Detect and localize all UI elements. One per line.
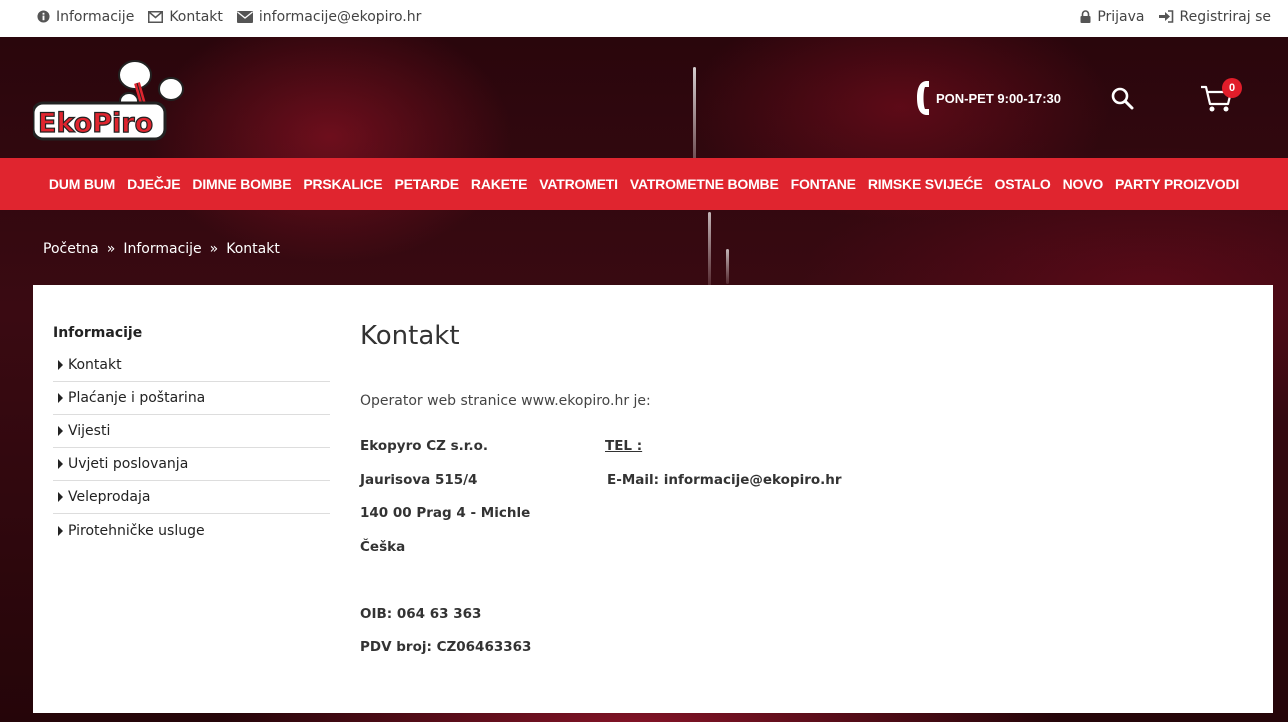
lock-icon — [1080, 10, 1091, 23]
ekopiro-logo[interactable]: EkoPiro — [33, 53, 185, 143]
sidebar-item-pirotehnicke[interactable]: Pirotehničke usluge — [53, 514, 330, 547]
sidebar-item-vijesti[interactable]: Vijesti — [53, 415, 330, 448]
caret-right-icon — [58, 393, 63, 403]
contact-link[interactable]: Kontakt — [148, 9, 223, 25]
sidebar-title: Informacije — [53, 325, 143, 341]
sidebar-item-label: Kontakt — [68, 357, 122, 373]
breadcrumb-section[interactable]: Informacije — [123, 241, 201, 257]
sign-in-icon — [1158, 10, 1173, 23]
contact-block: TEL : E-Mail: informacije@ekopiro.hr — [605, 438, 842, 505]
contact-label: Kontakt — [169, 8, 223, 25]
breadcrumb: Početna » Informacije » Kontakt — [43, 241, 280, 257]
info-icon — [37, 10, 50, 23]
firework-spark — [726, 249, 729, 284]
info-label: Informacije — [56, 8, 135, 25]
caret-right-icon — [58, 525, 63, 536]
page-title: Kontakt — [360, 321, 460, 351]
street-address: Jaurisova 515/4 — [360, 471, 478, 488]
nav-item-ostalo[interactable]: OSTALO — [995, 176, 1051, 192]
nav-item-djecje[interactable]: DJEČJE — [127, 176, 180, 192]
sidebar-item-label: Pirotehničke usluge — [68, 522, 205, 539]
email-contact[interactable]: E-Mail: informacije@ekopiro.hr — [605, 472, 842, 506]
breadcrumb-home[interactable]: Početna — [43, 241, 99, 257]
top-bar: Informacije Kontakt informacije@ekopiro.… — [0, 0, 1288, 37]
sidebar-item-label: Plaćanje i poštarina — [68, 390, 206, 406]
nav-item-fontane[interactable]: FONTANE — [791, 176, 856, 192]
sidebar-item-kontakt[interactable]: Kontakt — [53, 349, 330, 382]
sidebar-item-label: Veleprodaja — [68, 489, 151, 505]
email-label: informacije@ekopiro.hr — [258, 8, 422, 25]
register-label: Registriraj se — [1179, 8, 1272, 25]
sidebar: Informacije Kontakt Plaćanje i poštarina… — [53, 325, 330, 547]
cart-count-badge: 0 — [1222, 78, 1242, 98]
logo-text: EkoPiro — [38, 108, 153, 139]
nav-item-vatrometne-bombe[interactable]: VATROMETNE BOMBE — [630, 176, 779, 192]
sidebar-item-uvjeti[interactable]: Uvjeti poslovanja — [53, 448, 330, 481]
sidebar-item-label: Vijesti — [68, 423, 111, 439]
login-link[interactable]: Prijava — [1080, 8, 1145, 25]
main-content: Kontakt Operator web stranice www.ekopir… — [360, 321, 1240, 439]
sidebar-item-placanje[interactable]: Plaćanje i poštarina — [53, 382, 330, 415]
phone-icon — [917, 81, 929, 115]
city-address: 140 00 Prag 4 - Michle — [360, 505, 531, 521]
nav-item-party-proizvodi[interactable]: PARTY PROIZVODI — [1115, 176, 1239, 192]
nav-item-rakete[interactable]: RAKETE — [471, 176, 528, 192]
envelope-icon — [236, 10, 253, 23]
breadcrumb-separator: » — [209, 241, 219, 257]
login-label: Prijava — [1097, 8, 1145, 25]
nav-item-rimske-svijece[interactable]: RIMSKE SVIJEĆE — [868, 176, 983, 192]
sidebar-item-veleprodaja[interactable]: Veleprodaja — [53, 481, 330, 514]
caret-right-icon — [58, 360, 63, 370]
register-link[interactable]: Registriraj se — [1158, 8, 1272, 25]
content-panel: Informacije Kontakt Plaćanje i poštarina… — [33, 285, 1273, 713]
hours-text: PON-PET 9:00-17:30 — [936, 90, 1061, 106]
caret-right-icon — [58, 459, 63, 469]
intro-text: Operator web stranice www.ekopiro.hr je: — [360, 393, 651, 409]
nav-item-novo[interactable]: NOVO — [1063, 176, 1104, 192]
caret-right-icon — [58, 426, 63, 436]
breadcrumb-current: Kontakt — [226, 241, 280, 257]
nav-item-dimne-bombe[interactable]: DIMNE BOMBE — [192, 176, 291, 192]
opening-hours: PON-PET 9:00-17:30 — [916, 80, 1061, 116]
nav-item-dum-bum[interactable]: DUM BUM — [49, 176, 115, 192]
company-name: Ekopyro CZ s.r.o. — [360, 438, 489, 454]
email-link[interactable]: informacije@ekopiro.hr — [236, 8, 422, 25]
address-block: Ekopyro CZ s.r.o. Jaurisova 515/4 140 00… — [360, 438, 531, 673]
caret-right-icon — [58, 492, 63, 502]
nav-item-prskalice[interactable]: PRSKALICE — [303, 176, 382, 192]
sidebar-item-label: Uvjeti poslovanja — [68, 456, 189, 472]
nav-item-petarde[interactable]: PETARDE — [394, 176, 459, 192]
envelope-outline-icon — [148, 10, 164, 23]
oib-number: OIB: 064 63 363 — [360, 605, 482, 622]
firework-spark — [708, 212, 711, 287]
search-icon[interactable] — [1110, 86, 1134, 110]
main-nav: DUM BUM DJEČJE DIMNE BOMBE PRSKALICE PET… — [0, 158, 1288, 210]
breadcrumb-separator: » — [106, 241, 116, 257]
nav-item-vatrometi[interactable]: VATROMETI — [539, 176, 618, 192]
tel-label[interactable]: TEL : — [605, 438, 842, 472]
country: Češka — [360, 538, 406, 555]
info-link[interactable]: Informacije — [37, 9, 134, 25]
vat-number: PDV broj: CZ06463363 — [360, 639, 532, 655]
